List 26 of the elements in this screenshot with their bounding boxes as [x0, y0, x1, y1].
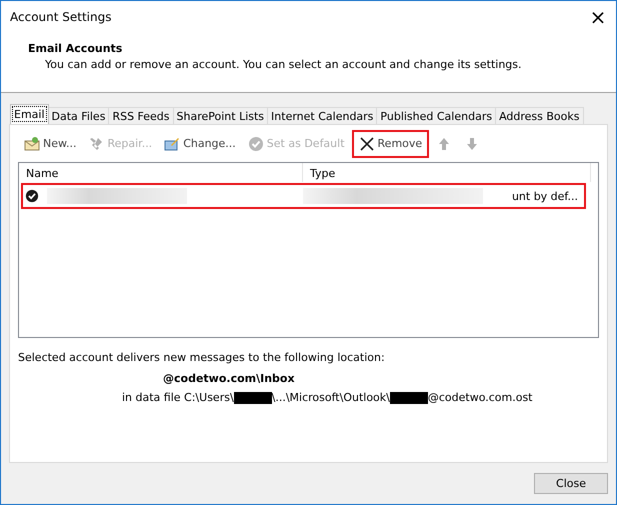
path-text: in data file C:\Users\: [122, 391, 234, 404]
tab[interactable]: Email: [10, 104, 49, 124]
window-title: Account Settings: [10, 10, 112, 24]
path-text: @codetwo.com.ost: [428, 391, 532, 404]
card-icon: [164, 136, 180, 152]
new-button[interactable]: New...: [19, 130, 82, 158]
change-button[interactable]: Change...: [159, 130, 241, 158]
section-description: You can add or remove an account. You can select an account and change its settings.: [44, 58, 523, 71]
section-title: Email Accounts: [28, 42, 124, 55]
account-row[interactable]: unt by def...: [21, 183, 586, 209]
close-button[interactable]: Close: [534, 473, 608, 494]
column-header[interactable]: Name: [19, 163, 303, 182]
close-icon: [358, 136, 375, 152]
tab[interactable]: Address Books: [495, 107, 584, 124]
redaction-bar: [390, 392, 428, 404]
folder-path: @codetwo.com\Inbox: [163, 372, 296, 385]
tools-icon: [88, 136, 104, 152]
path-text: \...\Microsoft\Outlook\: [272, 391, 390, 404]
column-header[interactable]: Type: [303, 163, 591, 182]
account-type: unt by def...: [512, 190, 578, 202]
location-label: Selected account delivers new messages to the following location:: [18, 351, 386, 364]
redaction-bar: [234, 392, 272, 404]
check-circle-icon: [248, 136, 264, 152]
envelope-icon: [24, 136, 40, 152]
remove-button[interactable]: Remove: [352, 130, 430, 158]
check-circle-icon: [25, 189, 39, 203]
